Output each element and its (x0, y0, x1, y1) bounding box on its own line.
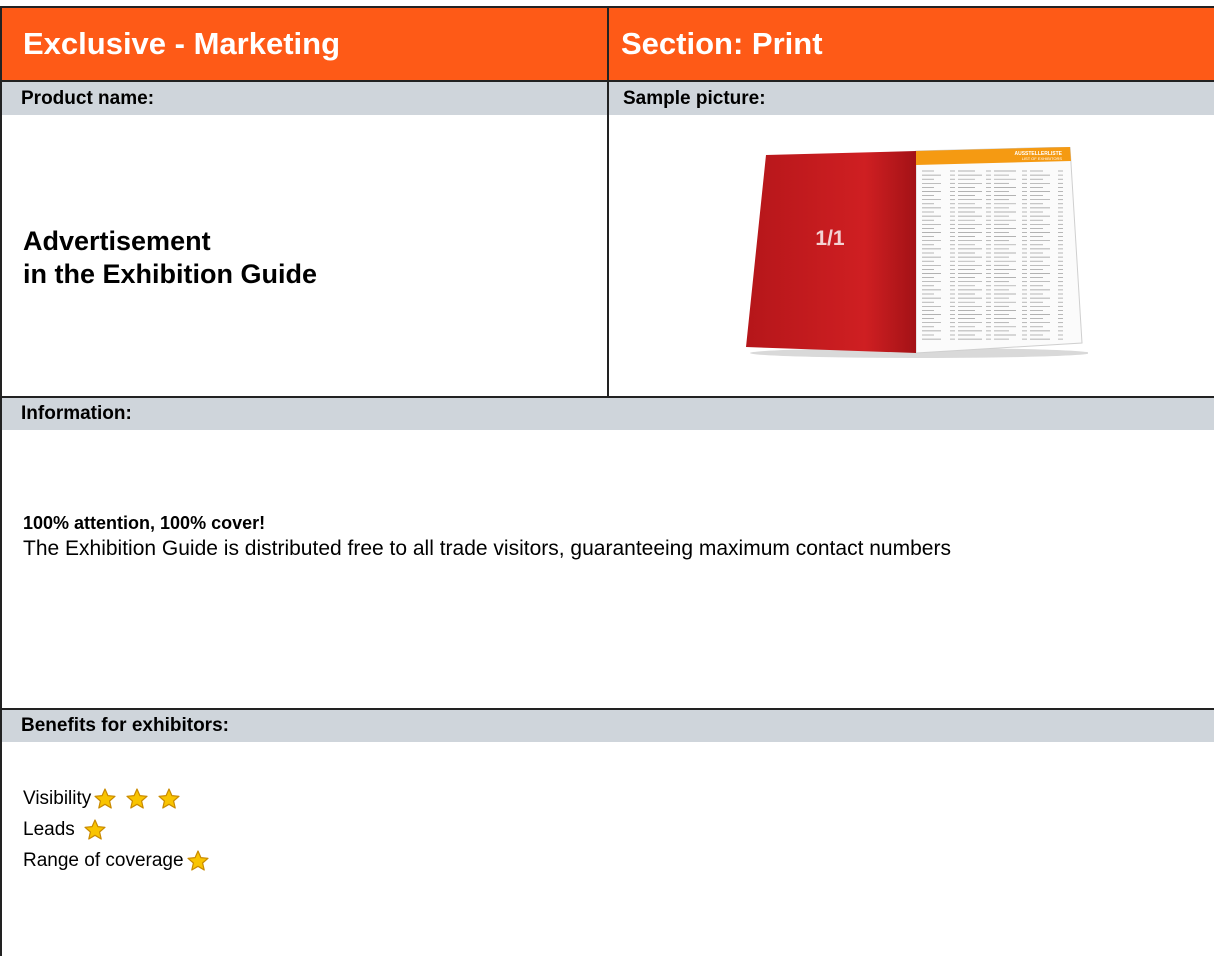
star-icon (84, 819, 106, 840)
border-left (0, 6, 2, 956)
label-benefits: Benefits for exhibitors: (0, 709, 1214, 742)
border-row-information (0, 396, 1214, 398)
header-section-title: Section: Print (607, 6, 1214, 82)
label-product-name: Product name: (0, 82, 609, 115)
information-body: The Exhibition Guide is distributed free… (23, 537, 951, 560)
cover-text: 1/1 (815, 227, 845, 250)
product-name: Advertisement in the Exhibition Guide (23, 225, 317, 291)
benefit-item: Leads (23, 818, 107, 842)
star-icon (158, 788, 180, 809)
page-subtitle: LIST OF EXHIBITORS (1022, 156, 1063, 161)
benefit-label: Range of coverage (23, 850, 184, 871)
star-icon (186, 850, 209, 871)
star-icon (94, 788, 116, 809)
benefit-item: Range of coverage (23, 849, 210, 873)
header-marketing-title: Exclusive - Marketing (0, 6, 609, 82)
benefit-label: Visibility (23, 788, 92, 809)
benefit-item: Visibility (23, 787, 181, 811)
border-row-benefits (0, 708, 1214, 710)
star-icon (126, 788, 148, 809)
datasheet: Exclusive - Marketing Section: Print Pro… (0, 0, 1214, 956)
sample-brochure-image: AUSSTELLERLISTE LIST OF EXHIBITORS 1/1 (746, 147, 1088, 358)
product-name-line-2: in the Exhibition Guide (23, 259, 317, 289)
information-headline: 100% attention, 100% cover! (23, 513, 266, 533)
product-name-line-1: Advertisement (23, 226, 211, 256)
brochure-cover (746, 151, 916, 353)
label-information: Information: (0, 397, 1214, 430)
border-middle (607, 6, 609, 398)
label-sample-picture: Sample picture: (609, 82, 1214, 115)
benefit-label: Leads (23, 819, 75, 840)
